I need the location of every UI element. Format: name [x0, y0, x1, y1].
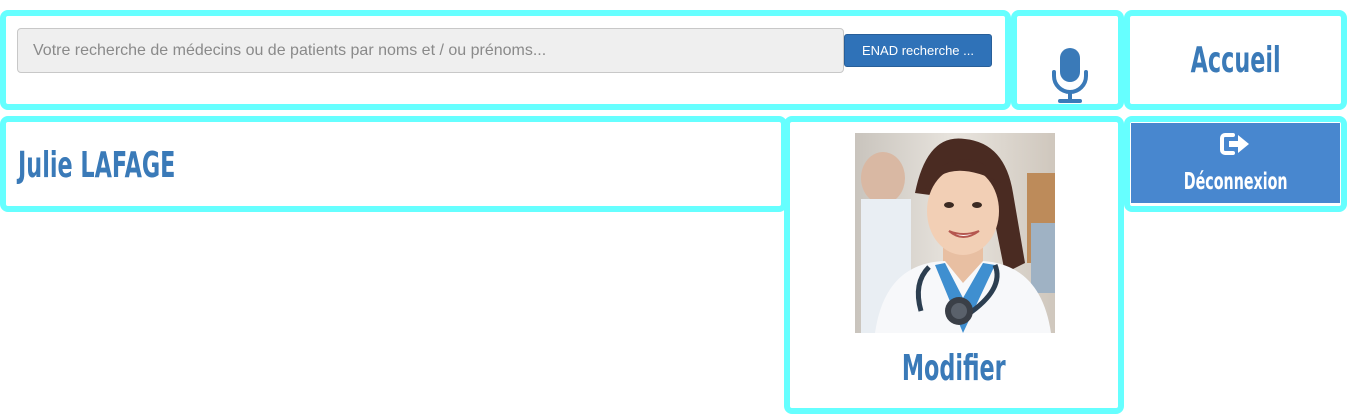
profile-panel: Modifier: [784, 116, 1124, 414]
logout-label: Déconnexion: [1183, 169, 1288, 195]
modify-profile-link[interactable]: Modifier: [790, 346, 1118, 391]
search-panel: ENAD recherche ...: [0, 10, 1011, 110]
microphone-icon[interactable]: [1050, 48, 1090, 106]
doctor-photo: [855, 133, 1055, 333]
home-panel: Accueil: [1124, 10, 1347, 110]
logout-button[interactable]: Déconnexion: [1131, 123, 1340, 203]
search-button[interactable]: ENAD recherche ...: [844, 34, 992, 67]
logout-icon: [1220, 133, 1249, 155]
voice-search-panel[interactable]: [1011, 10, 1124, 110]
modify-label: Modifier: [902, 348, 1006, 389]
logout-panel: Déconnexion: [1124, 116, 1347, 212]
user-name-panel: Julie LAFAGE: [0, 116, 787, 212]
logout-label-wrap: Déconnexion: [1131, 168, 1340, 196]
home-label: Accueil: [1190, 40, 1281, 81]
avatar: [855, 133, 1055, 333]
search-input[interactable]: [17, 28, 844, 73]
home-link[interactable]: Accueil: [1130, 38, 1341, 83]
user-name: Julie LAFAGE: [18, 145, 176, 186]
